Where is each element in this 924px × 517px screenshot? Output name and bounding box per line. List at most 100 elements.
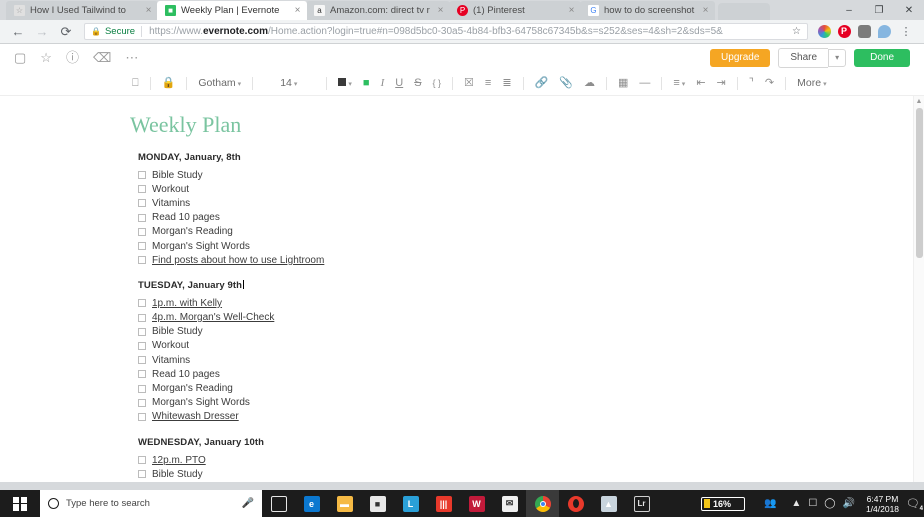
checkbox[interactable] bbox=[138, 356, 146, 365]
todo-item[interactable]: 12p.m. PTO bbox=[138, 453, 924, 467]
todo-item[interactable]: 1p.m. with Kelly bbox=[138, 296, 924, 310]
taskbar-clock[interactable]: 6:47 PM 1/4/2018 bbox=[866, 494, 899, 514]
font-family-dropdown[interactable]: Gotham ▾ bbox=[198, 77, 241, 89]
bullet-list-icon[interactable]: ≡ bbox=[485, 77, 491, 89]
checkbox[interactable] bbox=[138, 398, 146, 407]
share-dropdown-caret-icon[interactable]: ▾ bbox=[828, 48, 847, 67]
new-tab-button[interactable] bbox=[718, 3, 770, 20]
code-button[interactable]: { } bbox=[433, 78, 442, 88]
three-dot-menu-icon[interactable]: ⋮ bbox=[894, 21, 918, 43]
tab-close-button[interactable]: × bbox=[292, 5, 303, 16]
taskbar-search-box[interactable]: Type here to search 🎤 bbox=[40, 490, 262, 517]
todo-item[interactable]: Workout bbox=[138, 481, 924, 482]
search-input[interactable]: Type here to search bbox=[66, 498, 235, 509]
note-editor[interactable]: Weekly Plan MONDAY, January, 8th Bible St… bbox=[0, 96, 924, 482]
todo-item[interactable]: Bible Study bbox=[138, 168, 924, 182]
microsoft-store-icon[interactable]: ■ bbox=[361, 490, 394, 517]
text-color-icon[interactable]: ▾ bbox=[338, 77, 352, 89]
lightroom-classic-icon[interactable]: Lr bbox=[625, 490, 658, 517]
tab-close-button[interactable]: × bbox=[566, 5, 577, 16]
todo-item[interactable]: Vitamins bbox=[138, 353, 924, 367]
todo-item[interactable]: Workout bbox=[138, 339, 924, 353]
attachment-icon[interactable]: 📎 bbox=[559, 77, 573, 89]
chevron-up-icon[interactable]: ▲ bbox=[791, 498, 801, 509]
checkbox[interactable] bbox=[138, 370, 146, 379]
file-explorer-icon[interactable]: ▬ bbox=[328, 490, 361, 517]
checkbox[interactable] bbox=[138, 199, 146, 208]
strikethrough-button[interactable]: S bbox=[414, 77, 421, 89]
share-button[interactable]: Share bbox=[778, 47, 829, 68]
underline-button[interactable]: U bbox=[395, 77, 403, 89]
info-icon[interactable]: ⓘ bbox=[66, 51, 79, 64]
minimize-button[interactable]: – bbox=[834, 0, 864, 20]
battery-status-badge[interactable]: 16% bbox=[700, 496, 745, 511]
todo-item[interactable]: Morgan's Sight Words bbox=[138, 239, 924, 253]
windows-start-icon[interactable] bbox=[0, 490, 40, 517]
trash-icon[interactable]: ⌫ bbox=[93, 51, 111, 64]
highlighter-icon[interactable]: ■ bbox=[363, 77, 370, 89]
opera-icon[interactable] bbox=[559, 490, 592, 517]
tab-close-button[interactable]: × bbox=[700, 5, 711, 16]
edge-icon[interactable]: e bbox=[295, 490, 328, 517]
browser-tab-4[interactable]: G how to do screenshot on × bbox=[580, 1, 715, 20]
more-actions-icon[interactable]: ⋯ bbox=[125, 51, 139, 64]
horizontal-rule-icon[interactable]: — bbox=[639, 77, 650, 89]
close-window-button[interactable]: ✕ bbox=[894, 0, 924, 20]
address-bar[interactable]: 🔒 Secure https://www.evernote.com/Home.a… bbox=[84, 23, 808, 40]
checkbox[interactable] bbox=[138, 213, 146, 222]
photos-icon[interactable]: ▲ bbox=[592, 490, 625, 517]
maximize-button[interactable]: ❐ bbox=[864, 0, 894, 20]
todo-item[interactable]: Read 10 pages bbox=[138, 367, 924, 381]
chrome-icon[interactable] bbox=[526, 490, 559, 517]
network-icon[interactable]: ◯ bbox=[824, 498, 835, 509]
editor-scrollbar[interactable]: ▲ bbox=[913, 96, 924, 482]
scroll-up-arrow-icon[interactable]: ▲ bbox=[914, 96, 924, 108]
todo-item[interactable]: Vitamins bbox=[138, 196, 924, 210]
star-icon[interactable]: ☆ bbox=[786, 26, 801, 37]
undo-icon[interactable]: ⎕ bbox=[132, 77, 139, 89]
checkbox[interactable] bbox=[138, 313, 146, 322]
cloud-icon[interactable]: ☁ bbox=[584, 77, 595, 89]
lock-icon[interactable]: 🔒 bbox=[162, 77, 176, 89]
todo-item[interactable]: Bible Study bbox=[138, 325, 924, 339]
star-icon[interactable]: ☆ bbox=[40, 51, 52, 64]
browser-tab-3[interactable]: P (1) Pinterest × bbox=[449, 1, 581, 20]
checkbox[interactable] bbox=[138, 299, 146, 308]
checkbox[interactable] bbox=[138, 412, 146, 421]
todo-item[interactable]: Morgan's Reading bbox=[138, 225, 924, 239]
new-note-icon[interactable]: ▢ bbox=[14, 51, 26, 64]
browser-tab-0[interactable]: ☆ How I Used Tailwind to × bbox=[6, 1, 158, 20]
checkbox[interactable] bbox=[138, 384, 146, 393]
back-button[interactable]: ← bbox=[6, 21, 30, 43]
checkbox[interactable] bbox=[138, 171, 146, 180]
antivirus-shield-icon[interactable]: W bbox=[460, 490, 493, 517]
checkbox[interactable] bbox=[138, 456, 146, 465]
done-button[interactable]: Done bbox=[854, 48, 910, 67]
todo-item[interactable]: Bible Study bbox=[138, 467, 924, 481]
checkbox[interactable] bbox=[138, 256, 146, 265]
todo-item[interactable]: Find posts about how to use Lightroom bbox=[138, 253, 924, 267]
onedrive-icon[interactable]: ☐ bbox=[808, 498, 817, 509]
task-view-icon[interactable] bbox=[262, 490, 295, 517]
font-size-dropdown[interactable]: 14 ▾ bbox=[280, 77, 297, 89]
tab-close-button[interactable]: × bbox=[143, 5, 154, 16]
people-icon[interactable]: 👥 bbox=[764, 498, 776, 509]
tab-close-button[interactable]: × bbox=[435, 5, 446, 16]
checkbox[interactable] bbox=[138, 341, 146, 350]
notifications-icon[interactable]: 🗨 4 bbox=[906, 497, 923, 512]
italic-button[interactable]: I bbox=[381, 77, 385, 89]
browser-tab-2[interactable]: a Amazon.com: direct tv r × bbox=[306, 1, 450, 20]
evernote-extension-icon[interactable] bbox=[854, 21, 874, 43]
todo-item[interactable]: Workout bbox=[138, 182, 924, 196]
todo-item[interactable]: Read 10 pages bbox=[138, 211, 924, 225]
mail-icon[interactable]: ✉ bbox=[493, 490, 526, 517]
color-wheel-extension-icon[interactable] bbox=[814, 21, 834, 43]
checkbox[interactable] bbox=[138, 470, 146, 479]
outdent-icon[interactable]: ⇤ bbox=[696, 77, 705, 89]
todo-item[interactable]: Morgan's Reading bbox=[138, 381, 924, 395]
clear-formatting-icon[interactable]: ⌝ bbox=[749, 77, 754, 89]
todo-item[interactable]: Whitewash Dresser bbox=[138, 410, 924, 424]
scrollbar-thumb[interactable] bbox=[916, 108, 923, 258]
checkbox-list-icon[interactable]: ☒ bbox=[464, 77, 474, 89]
link-icon[interactable]: 🔗 bbox=[535, 77, 549, 89]
